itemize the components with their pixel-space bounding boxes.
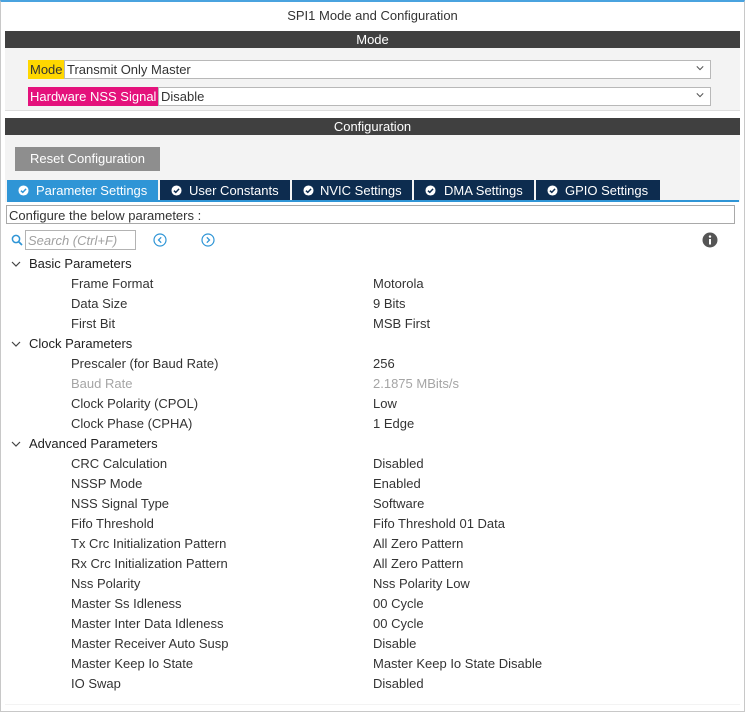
param-value: MSB First	[373, 316, 431, 331]
check-circle-icon	[425, 185, 436, 196]
param-row-crc-calculation[interactable]: CRC Calculation Disabled	[0, 454, 745, 474]
param-value: 1 Edge	[373, 416, 415, 431]
param-name: IO Swap	[71, 676, 121, 691]
param-name: Master Ss Idleness	[71, 596, 182, 611]
param-value: 00 Cycle	[373, 596, 424, 611]
param-name: Master Receiver Auto Susp	[71, 636, 229, 651]
check-circle-icon	[547, 185, 558, 196]
param-row-master-inter-data-idleness[interactable]: Master Inter Data Idleness 00 Cycle	[0, 614, 745, 634]
chevron-down-icon	[11, 441, 21, 447]
tab-gpio-settings[interactable]: GPIO Settings	[536, 180, 660, 201]
param-name: Clock Phase (CPHA)	[71, 416, 193, 431]
tab-label: GPIO Settings	[565, 183, 649, 198]
group-basic-parameters[interactable]: Basic Parameters	[0, 254, 745, 274]
param-row-nssp-mode[interactable]: NSSP Mode Enabled	[0, 474, 745, 494]
param-row-master-keep-io-state[interactable]: Master Keep Io State Master Keep Io State…	[0, 654, 745, 674]
param-row-baud-rate: Baud Rate 2.1875 MBits/s	[0, 374, 745, 394]
group-label: Clock Parameters	[29, 336, 133, 351]
param-row-rx-crc-init-pattern[interactable]: Rx Crc Initialization Pattern All Zero Pa…	[0, 554, 745, 574]
param-value: 9 Bits	[373, 296, 406, 311]
param-name: CRC Calculation	[71, 456, 168, 471]
param-row-data-size[interactable]: Data Size 9 Bits	[0, 294, 745, 314]
param-row-clock-polarity[interactable]: Clock Polarity (CPOL) Low	[0, 394, 745, 414]
param-name: NSSP Mode	[71, 476, 143, 491]
mode-select-value: Transmit Only Master	[67, 62, 191, 77]
param-value: 256	[373, 356, 395, 371]
mode-label: Mode	[28, 60, 65, 79]
hardware-nss-select-value: Disable	[161, 89, 205, 104]
group-clock-parameters[interactable]: Clock Parameters	[0, 334, 745, 354]
param-name: Fifo Threshold	[71, 516, 154, 531]
group-advanced-parameters[interactable]: Advanced Parameters	[0, 434, 745, 454]
configure-hint: Configure the below parameters :	[6, 205, 735, 224]
hardware-nss-select[interactable]: Disable	[158, 87, 711, 106]
param-value: All Zero Pattern	[373, 556, 464, 571]
param-value: All Zero Pattern	[373, 536, 464, 551]
search-icon	[11, 234, 23, 246]
chevron-down-icon	[11, 341, 21, 347]
tab-label: NVIC Settings	[320, 183, 402, 198]
param-name: Frame Format	[71, 276, 154, 291]
param-name: Nss Polarity	[71, 576, 141, 591]
configuration-section-header: Configuration	[5, 118, 740, 135]
reset-configuration-button[interactable]: Reset Configuration	[15, 147, 160, 171]
param-name: Rx Crc Initialization Pattern	[71, 556, 228, 571]
param-name: Clock Polarity (CPOL)	[71, 396, 199, 411]
param-row-nss-polarity[interactable]: Nss Polarity Nss Polarity Low	[0, 574, 745, 594]
chevron-down-icon	[696, 93, 704, 98]
param-value: Enabled	[373, 476, 421, 491]
group-label: Advanced Parameters	[29, 436, 158, 451]
param-value: Motorola	[373, 276, 424, 291]
param-value: Disabled	[373, 456, 424, 471]
param-row-prescaler[interactable]: Prescaler (for Baud Rate) 256	[0, 354, 745, 374]
chevron-down-icon	[696, 66, 704, 71]
param-value: Nss Polarity Low	[373, 576, 470, 591]
tab-label: Parameter Settings	[36, 183, 148, 198]
tab-user-constants[interactable]: User Constants	[160, 180, 290, 201]
param-name: NSS Signal Type	[71, 496, 170, 511]
param-name: Tx Crc Initialization Pattern	[71, 536, 227, 551]
tab-nvic-settings[interactable]: NVIC Settings	[292, 180, 412, 201]
param-row-nss-signal-type[interactable]: NSS Signal Type Software	[0, 494, 745, 514]
param-value: Disabled	[373, 676, 424, 691]
group-label: Basic Parameters	[29, 256, 132, 271]
check-circle-icon	[171, 185, 182, 196]
param-value: Fifo Threshold 01 Data	[373, 516, 505, 531]
check-circle-icon	[18, 185, 29, 196]
arrow-left-circle-icon[interactable]	[153, 233, 167, 247]
param-name: First Bit	[71, 316, 116, 331]
param-name: Prescaler (for Baud Rate)	[71, 356, 219, 371]
window-title: SPI1 Mode and Configuration	[287, 8, 458, 23]
param-name: Master Keep Io State	[71, 656, 194, 671]
param-name: Baud Rate	[71, 376, 133, 391]
mode-select[interactable]: Transmit Only Master	[64, 60, 711, 79]
tab-dma-settings[interactable]: DMA Settings	[414, 180, 534, 201]
param-value: Disable	[373, 636, 417, 651]
chevron-down-icon	[11, 261, 21, 267]
mode-section-header: Mode	[5, 31, 740, 48]
param-row-master-ss-idleness[interactable]: Master Ss Idleness 00 Cycle	[0, 594, 745, 614]
search-input[interactable]	[25, 230, 136, 250]
check-circle-icon	[303, 185, 314, 196]
param-name: Master Inter Data Idleness	[71, 616, 224, 631]
tab-parameter-settings[interactable]: Parameter Settings	[7, 180, 158, 201]
param-row-master-receiver-auto-susp[interactable]: Master Receiver Auto Susp Disable	[0, 634, 745, 654]
tab-label: DMA Settings	[444, 183, 523, 198]
param-row-frame-format[interactable]: Frame Format Motorola	[0, 274, 745, 294]
hardware-nss-label: Hardware NSS Signal	[28, 87, 159, 106]
param-value: 2.1875 MBits/s	[373, 376, 459, 391]
tab-label: User Constants	[189, 183, 279, 198]
param-value: Low	[373, 396, 397, 411]
param-row-tx-crc-init-pattern[interactable]: Tx Crc Initialization Pattern All Zero Pa…	[0, 534, 745, 554]
info-icon[interactable]	[702, 232, 718, 248]
param-value: Software	[373, 496, 425, 511]
param-row-io-swap[interactable]: IO Swap Disabled	[0, 674, 745, 694]
param-row-clock-phase[interactable]: Clock Phase (CPHA) 1 Edge	[0, 414, 745, 434]
param-row-first-bit[interactable]: First Bit MSB First	[0, 314, 745, 334]
param-value: 00 Cycle	[373, 616, 424, 631]
param-row-fifo-threshold[interactable]: Fifo Threshold Fifo Threshold 01 Data	[0, 514, 745, 534]
arrow-right-circle-icon[interactable]	[201, 233, 215, 247]
param-name: Data Size	[71, 296, 128, 311]
param-value: Master Keep Io State Disable	[373, 656, 543, 671]
